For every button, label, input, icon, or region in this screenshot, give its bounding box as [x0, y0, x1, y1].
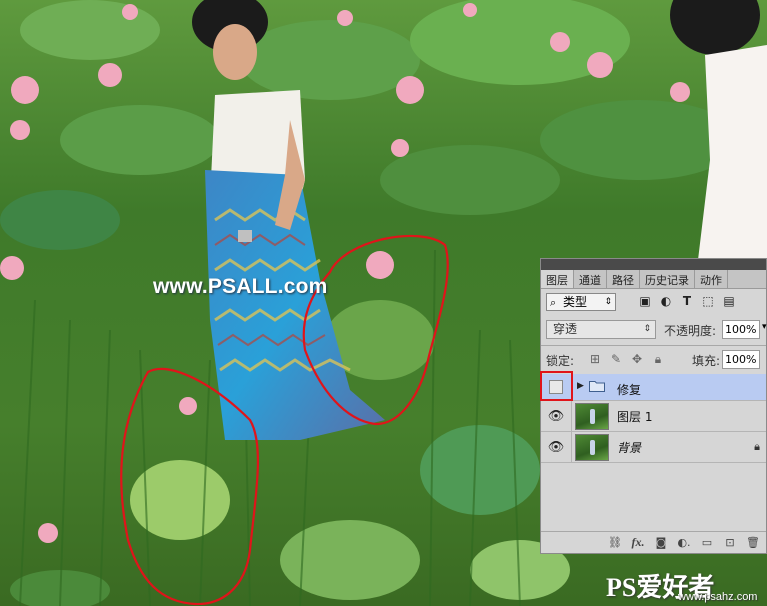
lock-row: 锁定: ⊞ ✎ ✥ 🔒︎ 填充: 100% — [546, 350, 767, 370]
expand-triangle-icon[interactable]: ▶ — [577, 381, 584, 391]
new-group-folder-icon[interactable]: ▭ — [700, 536, 714, 550]
tab-history[interactable]: 历史记录 — [640, 270, 695, 288]
opacity-field[interactable]: 100% — [722, 320, 760, 339]
corner-logo-url: www.psahz.com — [678, 591, 758, 603]
tab-channels[interactable]: 通道 — [574, 270, 607, 288]
filter-kind-select[interactable]: ⌕ 类型 ⇕ — [546, 293, 616, 311]
opacity-label: 不透明度: — [664, 324, 717, 338]
eye-icon[interactable]: 👁︎ — [541, 401, 572, 431]
eye-icon[interactable]: 👁︎ — [541, 432, 572, 462]
shape-filter-icon[interactable]: ⬚ — [701, 294, 715, 308]
visibility-toggle[interactable] — [541, 374, 572, 400]
layers-panel: 图层 通道 路径 历史记录 动作 ⌕ 类型 ⇕ ▣ ◐ T ⬚ ▤ 穿透 ⇕ 不… — [540, 258, 767, 554]
search-icon: ⌕ — [550, 296, 557, 309]
layer-style-fx-icon[interactable]: fx. — [631, 535, 645, 550]
lock-icons: ⊞ ✎ ✥ 🔒︎ — [588, 352, 665, 367]
lock-position-move-icon[interactable]: ✥ — [630, 352, 644, 366]
panel-tabs: 图层 通道 路径 历史记录 动作 — [541, 270, 766, 289]
layer-thumbnail — [575, 434, 609, 461]
lock-all-icon[interactable]: 🔒︎ — [651, 352, 665, 366]
corner-logo: PS爱好者 www.psahz.com — [606, 571, 764, 604]
panel-bottom-toolbar: ⛓ fx. ◙ ◐. ▭ ⊡ 🗑︎ — [541, 531, 766, 553]
layer-name[interactable]: 修复 — [617, 381, 641, 398]
panel-titlebar[interactable] — [541, 259, 766, 270]
filter-icons: ▣ ◐ T ⬚ ▤ — [638, 294, 736, 308]
trash-icon[interactable]: 🗑︎ — [746, 536, 760, 550]
pixel-filter-icon[interactable]: ▣ — [638, 294, 652, 308]
visibility-off-box — [549, 380, 563, 394]
site-watermark: www.PSALL.com — [153, 275, 328, 298]
fill-field[interactable]: 100% — [722, 350, 760, 369]
blend-row: 穿透 ⇕ 不透明度: 100% ▾ — [546, 320, 767, 340]
layer-row-group[interactable]: ▶ 修复 — [541, 374, 766, 401]
lock-icon: 🔒︎ — [754, 440, 760, 453]
layer-row-background[interactable]: 👁︎ 背景 🔒︎ — [541, 432, 766, 463]
layer-list: ▶ 修复 👁︎ 图层 1 👁︎ 背景 🔒︎ — [541, 374, 766, 463]
updown-arrow-icon: ⇕ — [643, 324, 651, 334]
new-layer-icon[interactable]: ⊡ — [723, 536, 737, 550]
lock-transparency-icon[interactable]: ⊞ — [588, 352, 602, 366]
smart-object-filter-icon[interactable]: ▤ — [722, 294, 736, 308]
chevron-down-icon[interactable]: ▾ — [762, 322, 767, 332]
adjustment-layer-icon[interactable]: ◐. — [677, 536, 691, 550]
folder-icon — [589, 381, 605, 392]
blend-mode-select[interactable]: 穿透 ⇕ — [546, 320, 656, 339]
layer-row-pixel[interactable]: 👁︎ 图层 1 — [541, 401, 766, 432]
layer-thumbnail — [575, 403, 609, 430]
tab-paths[interactable]: 路径 — [607, 270, 640, 288]
updown-arrow-icon: ⇕ — [604, 297, 612, 307]
type-filter-icon[interactable]: T — [680, 294, 694, 308]
add-mask-icon[interactable]: ◙ — [654, 536, 668, 550]
panel-divider — [541, 345, 766, 346]
fill-label: 填充: — [692, 354, 721, 368]
blend-mode-value: 穿透 — [553, 322, 578, 336]
tab-layers[interactable]: 图层 — [541, 270, 574, 288]
adjustment-filter-icon[interactable]: ◐ — [659, 294, 673, 308]
tab-actions[interactable]: 动作 — [695, 270, 728, 288]
lock-image-brush-icon[interactable]: ✎ — [609, 352, 623, 366]
filter-row: ⌕ 类型 ⇕ ▣ ◐ T ⬚ ▤ — [546, 293, 763, 313]
layer-name[interactable]: 图层 1 — [617, 408, 652, 425]
layer-name[interactable]: 背景 — [617, 439, 641, 456]
link-layers-icon[interactable]: ⛓ — [608, 536, 622, 550]
filter-kind-label: 类型 — [563, 295, 588, 309]
lock-label: 锁定: — [546, 354, 575, 368]
